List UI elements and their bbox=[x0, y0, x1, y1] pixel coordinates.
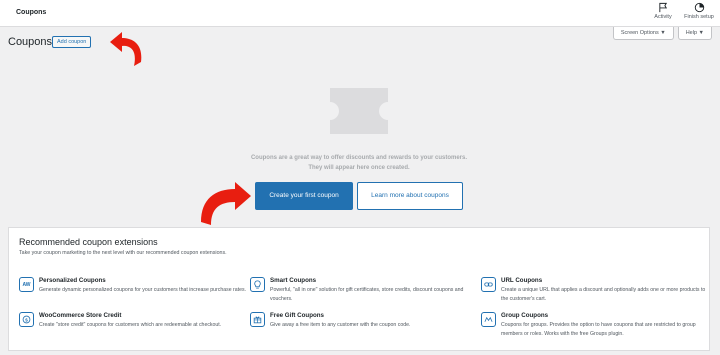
extension-description: Powerful, "all in one" solution for gift… bbox=[270, 287, 464, 302]
flag-icon bbox=[658, 2, 667, 13]
finish-setup-label: Finish setup bbox=[684, 14, 714, 20]
learn-more-coupons-button[interactable]: Learn more about coupons bbox=[357, 182, 463, 210]
top-header: Coupons Activity Finish setup bbox=[0, 0, 720, 27]
activity-label: Activity bbox=[654, 14, 672, 20]
progress-circle-icon bbox=[694, 2, 704, 13]
gift-icon bbox=[250, 312, 265, 327]
panel-subtitle: Take your coupon marketing to the next l… bbox=[19, 250, 227, 256]
add-coupon-button[interactable]: Add coupon bbox=[52, 36, 92, 48]
header-title: Coupons bbox=[16, 9, 47, 16]
extension-description: Generate dynamic personalized coupons fo… bbox=[39, 287, 247, 293]
extension-name: Group Coupons bbox=[501, 312, 549, 319]
activity-button[interactable]: Activity bbox=[645, 2, 681, 20]
extension-name: Free Gift Coupons bbox=[270, 312, 324, 319]
help-button[interactable]: Help ▼ bbox=[677, 27, 712, 40]
empty-state-message: Coupons are a great way to offer discoun… bbox=[250, 155, 468, 171]
currency-icon: $ bbox=[19, 312, 34, 327]
group-icon bbox=[481, 312, 496, 327]
page-title: Coupons bbox=[8, 36, 53, 48]
extension-description: Create "store credit" coupons for custom… bbox=[39, 322, 222, 328]
recommended-extensions-panel: Recommended coupon extensions Take your … bbox=[8, 227, 710, 351]
finish-setup-button[interactable]: Finish setup bbox=[681, 2, 717, 20]
extension-description: Coupons for groups. Provides the option … bbox=[501, 322, 696, 337]
extension-name: WooCommerce Store Credit bbox=[39, 312, 122, 319]
svg-text:$: $ bbox=[25, 317, 28, 322]
annotation-arrow-icon bbox=[110, 32, 142, 66]
extension-name: Smart Coupons bbox=[270, 277, 317, 284]
link-icon bbox=[481, 277, 496, 292]
aw-logo-icon: AW bbox=[19, 277, 34, 292]
extension-description: Create a unique URL that applies a disco… bbox=[501, 287, 706, 302]
screen-options-button[interactable]: Screen Options ▼ bbox=[612, 27, 674, 40]
extension-name: URL Coupons bbox=[501, 277, 543, 284]
screen-meta-links: Screen Options ▼ Help ▼ bbox=[612, 27, 712, 40]
panel-title: Recommended coupon extensions bbox=[19, 237, 158, 247]
coupon-ticket-icon bbox=[321, 88, 397, 134]
extension-description: Give away a free item to any customer wi… bbox=[270, 322, 411, 328]
annotation-arrow-icon bbox=[201, 182, 251, 225]
create-first-coupon-button[interactable]: Create your first coupon bbox=[255, 182, 353, 210]
lightbulb-icon bbox=[250, 277, 265, 292]
extension-name: Personalized Coupons bbox=[39, 277, 106, 284]
